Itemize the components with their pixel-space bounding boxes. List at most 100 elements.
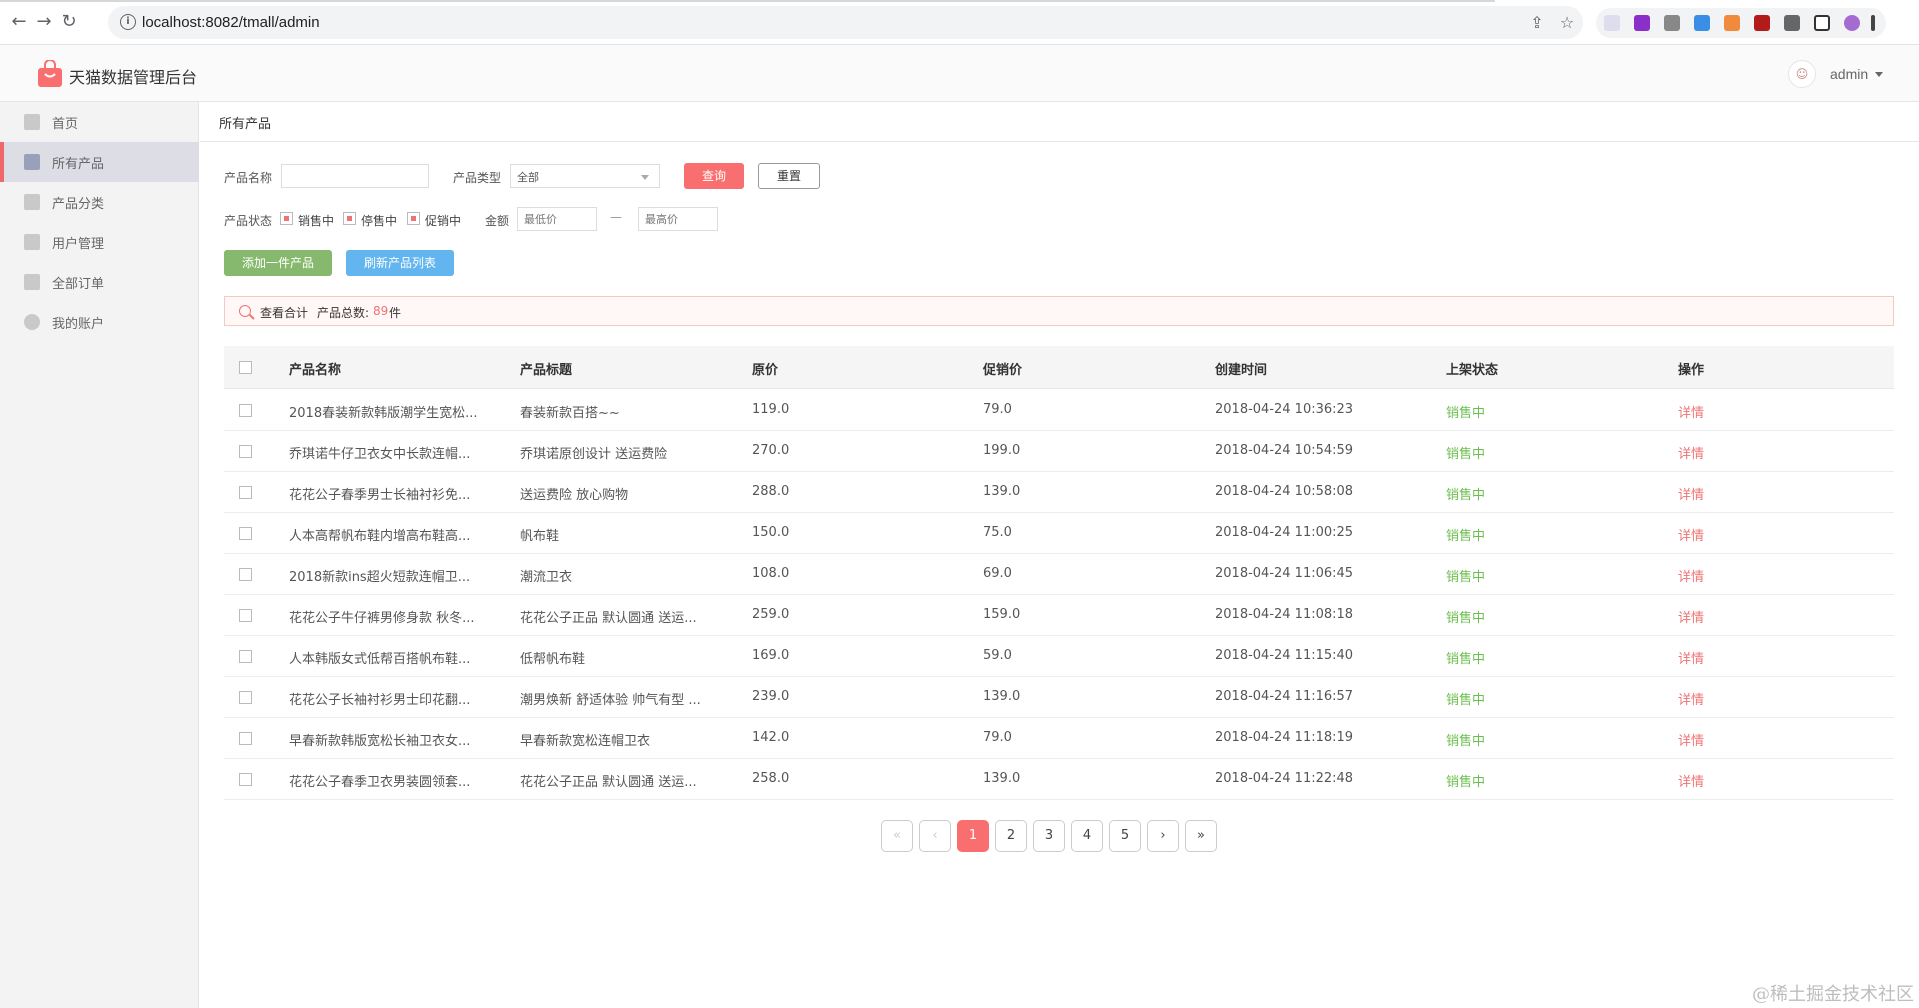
status-badge: 销售中	[1446, 447, 1486, 462]
prev-page-button[interactable]: ‹	[919, 820, 951, 852]
share-icon[interactable]: ⇪	[1528, 14, 1546, 32]
add-product-button[interactable]: 添加一件产品	[224, 250, 332, 276]
row-checkbox[interactable]	[239, 568, 252, 581]
detail-link[interactable]: 详情	[1678, 730, 1704, 749]
reload-icon[interactable]: ↻	[58, 11, 80, 33]
cell-product-title: 早春新款宽松连帽卫衣	[520, 734, 651, 749]
tree-extension-icon[interactable]	[1724, 15, 1740, 31]
page-button[interactable]: 5	[1109, 820, 1141, 852]
page-title: 所有产品	[219, 117, 272, 132]
cell-promo-price: 79.0	[983, 402, 1012, 417]
next-page-button[interactable]: ›	[1147, 820, 1179, 852]
cursor-extension-icon[interactable]	[1604, 15, 1620, 31]
url-text[interactable]: localhost:8082/tmall/admin	[142, 14, 320, 31]
detail-link[interactable]: 详情	[1678, 689, 1704, 708]
sidebar-item-users[interactable]: 用户管理	[0, 222, 199, 262]
tmall-bag-logo-icon	[38, 60, 62, 87]
cell-promo-price: 139.0	[983, 484, 1021, 499]
first-page-button[interactable]: «	[881, 820, 913, 852]
status-badge: 销售中	[1446, 529, 1486, 544]
layout-extension-icon[interactable]	[1664, 15, 1680, 31]
row-checkbox[interactable]	[239, 691, 252, 704]
sidebar-item-label: 我的账户	[52, 317, 105, 332]
site-info-icon[interactable]: i	[120, 14, 136, 30]
row-checkbox[interactable]	[239, 609, 252, 622]
cell-price: 150.0	[752, 525, 790, 540]
product-type-select[interactable]: 全部	[510, 164, 660, 188]
sidebar-item-account[interactable]: 我的账户	[0, 302, 199, 342]
range-dash: —	[610, 210, 622, 224]
product-icon	[24, 154, 40, 170]
cell-promo-price: 59.0	[983, 648, 1012, 663]
reset-button[interactable]: 重置	[758, 163, 820, 189]
product-name-input[interactable]	[281, 164, 429, 188]
detail-link[interactable]: 详情	[1678, 648, 1704, 667]
avatar[interactable]: ☺	[1788, 60, 1816, 88]
row-checkbox[interactable]	[239, 650, 252, 663]
profile-avatar-icon[interactable]	[1844, 15, 1860, 31]
page-button[interactable]: 3	[1033, 820, 1065, 852]
sidebar-item-products[interactable]: 所有产品	[0, 142, 199, 182]
detail-link[interactable]: 详情	[1678, 402, 1704, 421]
summary-total-count: 89	[373, 304, 389, 318]
detail-link[interactable]: 详情	[1678, 525, 1704, 544]
cell-price: 288.0	[752, 484, 790, 499]
status-promo-checkbox[interactable]	[407, 212, 420, 225]
kebab-menu-icon[interactable]	[1871, 15, 1875, 31]
detail-link[interactable]: 详情	[1678, 443, 1704, 462]
puzzle-extension-icon[interactable]	[1784, 15, 1800, 31]
cell-product-title: 潮男焕新 舒适体验 帅气有型 ...	[520, 693, 701, 708]
detail-link[interactable]: 详情	[1678, 607, 1704, 626]
min-price-input[interactable]	[517, 207, 597, 231]
ublock-extension-icon[interactable]	[1754, 15, 1770, 31]
product-status-label: 产品状态	[224, 214, 273, 228]
select-all-checkbox[interactable]	[239, 361, 252, 374]
cell-created: 2018-04-24 10:36:23	[1215, 402, 1354, 417]
detail-link[interactable]: 详情	[1678, 484, 1704, 503]
page-button-current[interactable]: 1	[957, 820, 989, 852]
side-panel-icon[interactable]	[1814, 15, 1830, 31]
page-button[interactable]: 4	[1071, 820, 1103, 852]
summary-view-label: 查看合计	[260, 306, 309, 320]
row-checkbox[interactable]	[239, 445, 252, 458]
query-button[interactable]: 查询	[684, 163, 744, 189]
column-header: 促销价	[983, 363, 1023, 378]
address-bar[interactable]: i localhost:8082/tmall/admin ⇪ ☆	[108, 6, 1583, 39]
row-checkbox[interactable]	[239, 732, 252, 745]
chevron-down-icon[interactable]	[1875, 72, 1883, 77]
cell-product-title: 帆布鞋	[520, 529, 560, 544]
cell-created: 2018-04-24 11:00:25	[1215, 525, 1354, 540]
table-row: 人本高帮帆布鞋内增高布鞋高... 帆布鞋 150.0 75.0 2018-04-…	[224, 513, 1894, 554]
sidebar-item-categories[interactable]: 产品分类	[0, 182, 199, 222]
row-checkbox[interactable]	[239, 773, 252, 786]
cell-price: 108.0	[752, 566, 790, 581]
page-button[interactable]: 2	[995, 820, 1027, 852]
forward-icon[interactable]: →	[33, 11, 55, 33]
status-selling-checkbox[interactable]	[280, 212, 293, 225]
cell-price: 169.0	[752, 648, 790, 663]
sidebar-item-orders[interactable]: 全部订单	[0, 262, 199, 302]
sidebar-item-home[interactable]: 首页	[0, 102, 199, 142]
column-header: 操作	[1678, 363, 1705, 378]
refresh-list-button[interactable]: 刷新产品列表	[346, 250, 454, 276]
max-price-input[interactable]	[638, 207, 718, 231]
row-checkbox[interactable]	[239, 527, 252, 540]
detail-link[interactable]: 详情	[1678, 566, 1704, 585]
jetbrains-extension-icon[interactable]	[1634, 15, 1650, 31]
status-badge: 销售中	[1446, 693, 1486, 708]
order-icon	[24, 274, 40, 290]
star-icon[interactable]: ☆	[1558, 14, 1576, 32]
back-icon[interactable]: ←	[8, 11, 30, 33]
user-menu[interactable]: admin	[1830, 66, 1868, 82]
diamond-extension-icon[interactable]	[1694, 15, 1710, 31]
cell-price: 259.0	[752, 607, 790, 622]
product-type-label: 产品类型	[453, 171, 502, 185]
cell-price: 258.0	[752, 771, 790, 786]
status-stopped-label: 停售中	[361, 214, 398, 228]
row-checkbox[interactable]	[239, 404, 252, 417]
status-stopped-checkbox[interactable]	[343, 212, 356, 225]
row-checkbox[interactable]	[239, 486, 252, 499]
summary-total-label: 产品总数:	[317, 306, 370, 320]
detail-link[interactable]: 详情	[1678, 771, 1704, 790]
last-page-button[interactable]: »	[1185, 820, 1217, 852]
